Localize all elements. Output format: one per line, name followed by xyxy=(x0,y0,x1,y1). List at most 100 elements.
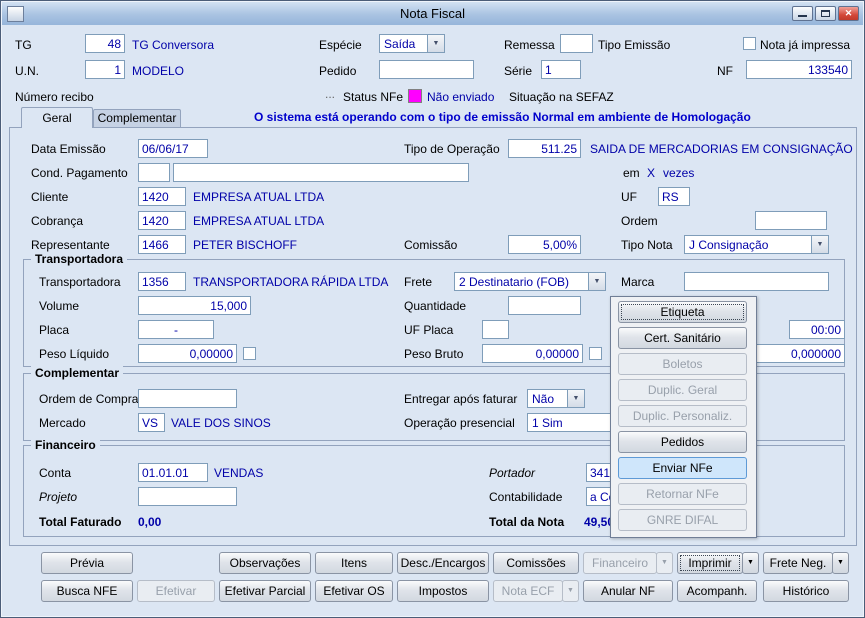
cobranca-code-field[interactable]: 1420 xyxy=(138,211,186,230)
remessa-field[interactable] xyxy=(560,34,593,53)
hora-field[interactable]: 00:00 xyxy=(789,320,845,339)
itens-button[interactable]: Itens xyxy=(315,552,393,574)
menu-item-enviar-nfe[interactable]: Enviar NFe xyxy=(618,457,747,479)
transportadora-label: Transportadora xyxy=(39,275,121,289)
representante-label: Representante xyxy=(31,238,110,252)
status-nfe-swatch xyxy=(408,89,422,103)
frete-select[interactable]: 2 Destinatario (FOB) ▼ xyxy=(454,272,606,291)
representante-code-field[interactable]: 1466 xyxy=(138,235,186,254)
menu-item-retornar-nfe: Retornar NFe xyxy=(618,483,747,505)
tipo-nota-select[interactable]: J Consignação ▼ xyxy=(684,235,829,254)
peso-liquido-field[interactable]: 0,00000 xyxy=(138,344,237,363)
frete-neg-dropdown-button[interactable]: ▼ xyxy=(832,552,849,574)
cond-pagamento-desc-field[interactable] xyxy=(173,163,469,182)
projeto-label: Projeto xyxy=(39,490,78,504)
anular-nf-button[interactable]: Anular NF xyxy=(583,580,673,602)
status-nfe-value: Não enviado xyxy=(427,90,495,104)
conta-field[interactable]: 01.01.01 xyxy=(138,463,208,482)
nf-field[interactable]: 133540 xyxy=(746,60,852,79)
imprimir-popup-menu: Etiqueta Cert. Sanitário Boletos Duplic.… xyxy=(610,296,757,538)
impostos-button[interactable]: Impostos xyxy=(397,580,489,602)
peso-bruto-field[interactable]: 0,00000 xyxy=(482,344,583,363)
transportadora-group-label: Transportadora xyxy=(31,252,128,266)
cobranca-name: EMPRESA ATUAL LTDA xyxy=(193,214,325,228)
financeiro-dropdown-button: ▼ xyxy=(656,552,673,574)
minimize-button[interactable] xyxy=(792,6,813,21)
comissoes-button[interactable]: Comissões xyxy=(493,552,579,574)
remessa-label: Remessa xyxy=(504,38,555,52)
observacoes-button[interactable]: Observações xyxy=(219,552,311,574)
chevron-down-icon[interactable]: ▼ xyxy=(427,35,444,52)
mercado-code-field[interactable]: VS xyxy=(138,413,165,432)
placa-field[interactable]: - xyxy=(138,320,214,339)
close-button[interactable]: ✕ xyxy=(838,6,859,21)
cond-pagamento-code-field[interactable] xyxy=(138,163,170,182)
tipo-emissao-label: Tipo Emissão xyxy=(598,38,671,52)
ordem-compra-field[interactable] xyxy=(138,389,237,408)
ordem-field[interactable] xyxy=(755,211,827,230)
nota-impressa-checkbox[interactable] xyxy=(743,37,756,50)
titlebar[interactable]: Nota Fiscal ✕ xyxy=(2,2,863,25)
maximize-button[interactable] xyxy=(815,6,836,21)
imprimir-button[interactable]: Imprimir xyxy=(677,552,743,574)
comissao-field[interactable]: 5,00% xyxy=(508,235,581,254)
desc-encargos-button[interactable]: Desc./Encargos xyxy=(397,552,489,574)
un-label: U.N. xyxy=(15,64,39,78)
tg-desc: TG Conversora xyxy=(132,38,215,52)
menu-item-pedidos[interactable]: Pedidos xyxy=(618,431,747,453)
chevron-down-icon[interactable]: ▼ xyxy=(811,236,828,253)
data-emissao-field[interactable]: 06/06/17 xyxy=(138,139,208,158)
maximize-icon xyxy=(821,10,830,17)
situacao-sefaz-label: Situação na SEFAZ xyxy=(509,90,614,104)
conta-label: Conta xyxy=(39,466,72,480)
peso-bruto-label: Peso Bruto xyxy=(404,347,464,361)
peso-bruto-checkbox[interactable] xyxy=(589,347,602,360)
menu-item-etiqueta[interactable]: Etiqueta xyxy=(618,301,747,323)
projeto-field[interactable] xyxy=(138,487,237,506)
cliente-code-field[interactable]: 1420 xyxy=(138,187,186,206)
uf-placa-field[interactable] xyxy=(482,320,509,339)
efetivar-parcial-button[interactable]: Efetivar Parcial xyxy=(219,580,311,602)
tipo-operacao-field[interactable]: 511.25 xyxy=(508,139,581,158)
peso-liquido-checkbox[interactable] xyxy=(243,347,256,360)
pedido-field[interactable] xyxy=(379,60,474,79)
menu-item-duplic-personaliz: Duplic. Personaliz. xyxy=(618,405,747,427)
minimize-icon xyxy=(798,15,807,17)
efetivar-os-button[interactable]: Efetivar OS xyxy=(315,580,393,602)
acompanh-button[interactable]: Acompanh. xyxy=(677,580,757,602)
tab-complementar[interactable]: Complementar xyxy=(93,109,181,127)
un-field[interactable]: 1 xyxy=(85,60,125,79)
imprimir-dropdown-button[interactable]: ▼ xyxy=(742,552,759,574)
portador-label: Portador xyxy=(489,466,536,480)
tipo-nota-label: Tipo Nota xyxy=(621,238,673,252)
historico-button[interactable]: Histórico xyxy=(763,580,849,602)
marca-field[interactable] xyxy=(684,272,829,291)
uf-placa-label: UF Placa xyxy=(404,323,454,337)
chevron-down-icon[interactable]: ▼ xyxy=(588,273,605,290)
tg-field[interactable]: 48 xyxy=(85,34,125,53)
menu-item-cert-sanitario[interactable]: Cert. Sanitário xyxy=(618,327,747,349)
uf-field[interactable]: RS xyxy=(658,187,690,206)
transportadora-code-field[interactable]: 1356 xyxy=(138,272,186,291)
cobranca-label: Cobrança xyxy=(31,214,84,228)
previa-button[interactable]: Prévia xyxy=(41,552,133,574)
data-emissao-label: Data Emissão xyxy=(31,142,106,156)
serie-field[interactable]: 1 xyxy=(541,60,581,79)
efetivar-button: Efetivar xyxy=(137,580,215,602)
entregar-select[interactable]: Não ▼ xyxy=(527,389,585,408)
vezes-value: X xyxy=(647,166,656,180)
frete-neg-button[interactable]: Frete Neg. xyxy=(763,552,833,574)
busca-nfe-button[interactable]: Busca NFE xyxy=(41,580,133,602)
volume-field[interactable]: 15,000 xyxy=(138,296,251,315)
chevron-down-icon[interactable]: ▼ xyxy=(567,390,584,407)
vezes-label: vezes xyxy=(663,166,695,180)
pedido-label: Pedido xyxy=(319,64,357,78)
mercado-name: VALE DOS SINOS xyxy=(171,416,271,430)
especie-select[interactable]: Saída ▼ xyxy=(379,34,445,53)
recibo-browse-button[interactable]: ... xyxy=(325,87,335,101)
representante-name: PETER BISCHOFF xyxy=(193,238,298,252)
tab-geral[interactable]: Geral xyxy=(21,107,93,128)
quantidade-field[interactable] xyxy=(508,296,581,315)
valor-direita-field[interactable]: 0,000000 xyxy=(745,344,845,363)
placa-label: Placa xyxy=(39,323,70,337)
